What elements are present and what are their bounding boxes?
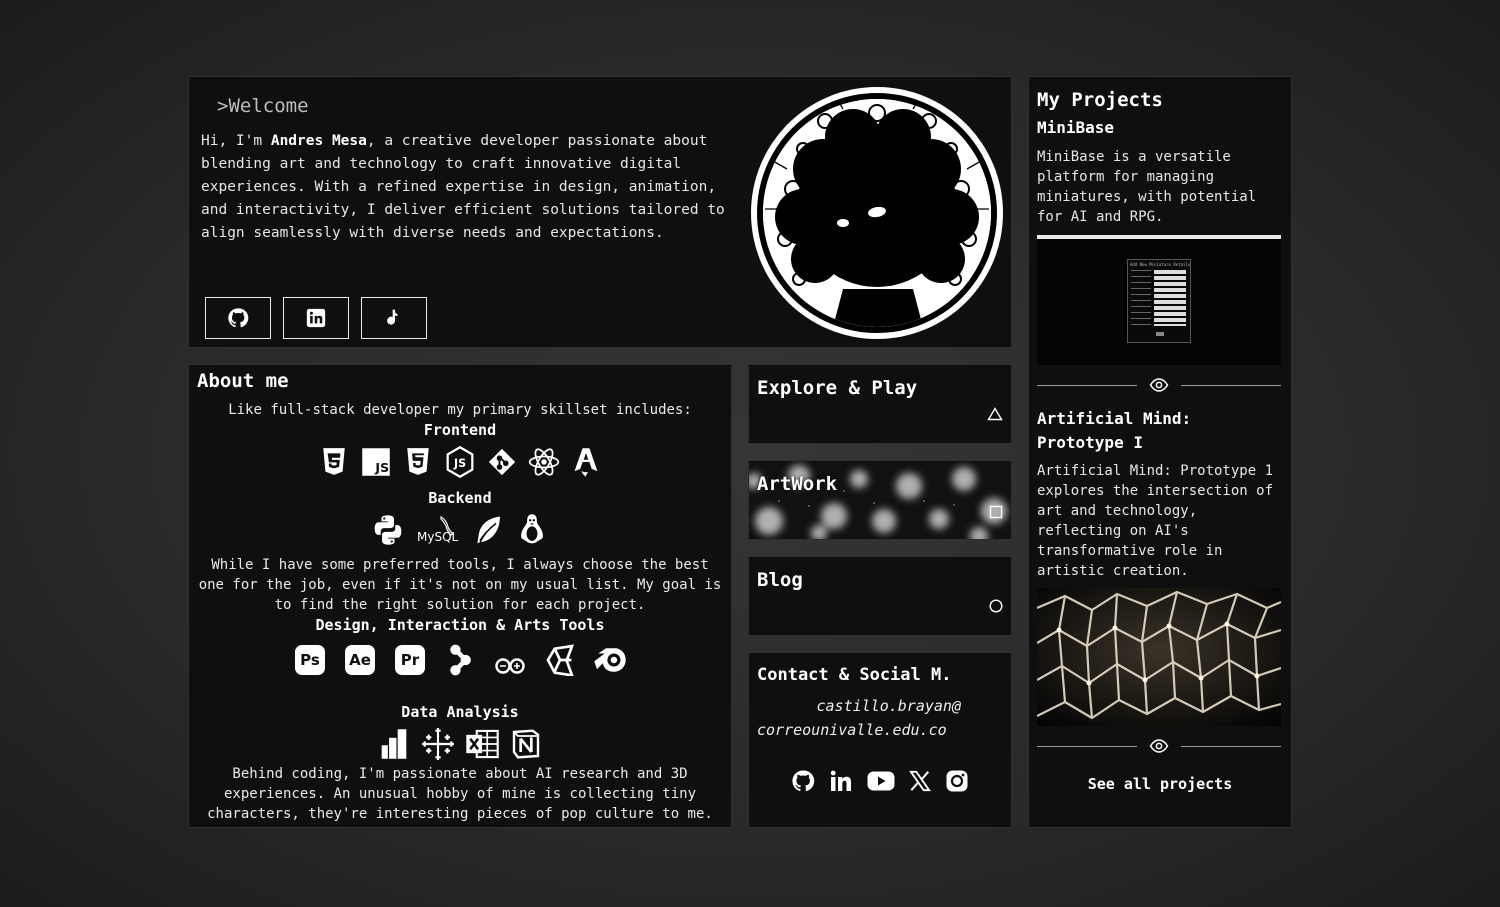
blender-icon [593,643,627,677]
backend-icons: MySQL [189,513,731,547]
eye-icon[interactable] [1149,375,1169,395]
circle-icon [989,599,1003,613]
minibase-form-heading: Add New Miniature Details [1130,262,1191,267]
project-title-minibase[interactable]: MiniBase [1037,118,1114,137]
contact-title: Contact & Social M. [757,665,952,685]
github-button[interactable] [205,297,271,339]
contact-instagram-link[interactable] [945,769,969,797]
design-icons: Ps Ae Pr [189,643,731,677]
avatar-illustration [763,99,991,327]
contact-youtube-link[interactable] [867,770,895,796]
music-button[interactable] [361,297,427,339]
contact-linkedin-link[interactable] [829,769,853,797]
avatar [751,87,1003,339]
css3-icon [317,445,351,479]
instagram-icon [946,770,968,792]
divider-artificial-mind [1037,736,1281,756]
projects-title: My Projects [1037,89,1163,111]
blog-title: Blog [757,569,803,591]
svg-text:JS: JS [453,457,466,470]
about-title: About me [197,370,289,392]
project-preview-artificial-mind[interactable] [1037,588,1281,726]
skillset-lead: Like full-stack developer my primary ski… [228,402,692,418]
welcome-heading: >Welcome [217,95,309,117]
eye-icon[interactable] [1149,736,1169,756]
explore-play-card[interactable]: Explore & Play [748,364,1012,444]
excel-icon [465,727,499,761]
arduino-icon [493,643,527,677]
premiere-icon: Pr [393,643,427,677]
photoshop-icon: Ps [293,643,327,677]
powerbi-icon [377,727,411,761]
music-note-icon [387,309,398,325]
backend-label: Backend [428,489,492,507]
neural-network-image [1037,588,1281,726]
project-desc-artificial-mind: Artificial Mind: Prototype 1 explores th… [1037,463,1274,579]
triangle-icon [987,407,1003,421]
welcome-intro: Hi, I'm Andres Mesa, a creative develope… [201,130,749,245]
github-icon [792,770,815,792]
nodejs-icon: JS [443,445,477,479]
author-name: Andres Mesa [270,133,367,149]
data-icons [189,727,731,761]
linkedin-icon [830,770,851,791]
linkedin-button[interactable] [283,297,349,339]
youtube-icon [867,771,895,791]
python-icon [371,513,405,547]
data-analysis-label: Data Analysis [401,703,519,721]
artwork-card[interactable]: ArtWork [748,460,1012,540]
contact-github-link[interactable] [791,769,815,797]
notion-icon [509,727,543,761]
javascript-icon: JS [359,445,393,479]
share-icon [443,643,477,677]
tableau-icon [421,727,455,761]
about-card: About me Like full-stack developer my pr… [188,364,732,828]
mysql-text: MySQL [417,530,459,544]
react-icon [527,445,561,479]
frontend-label: Frontend [423,421,497,439]
html5-icon [401,445,435,479]
astro-icon [569,445,603,479]
project-preview-minibase[interactable]: Add New Miniature Details [1037,235,1281,365]
linkedin-icon [306,308,326,328]
design-label: Design, Interaction & Arts Tools [315,616,605,634]
linux-icon [515,513,549,547]
projects-card: My Projects MiniBase MiniBase is a versa… [1028,76,1292,828]
minibase-form-mockup: Add New Miniature Details [1127,259,1191,343]
hobby-paragraph: Behind coding, I'm passionate about AI r… [207,766,713,822]
feather-icon [471,513,505,547]
artwork-title: ArtWork [757,473,838,495]
divider-minibase [1037,375,1281,395]
project-desc-minibase: MiniBase is a versatile platform for man… [1037,149,1257,225]
svg-text:JS: JS [374,460,389,475]
github-icon [228,308,249,328]
contact-social-row [791,769,969,797]
tools-paragraph: While I have some preferred tools, I alw… [198,557,722,613]
x-icon [909,770,931,792]
contact-x-link[interactable] [909,770,931,796]
after-effects-icon: Ae [343,643,377,677]
frontend-icons: JS JS [189,445,731,479]
welcome-card: >Welcome Hi, I'm Andres Mesa, a creative… [188,76,1012,348]
unity-icon [543,643,577,677]
git-icon [485,445,519,479]
mysql-icon: MySQL [415,513,461,547]
see-all-projects-link[interactable]: See all projects [1029,775,1291,793]
project-title-artificial-mind[interactable]: Artificial Mind: Prototype I [1037,407,1285,455]
intro-suffix: , a creative developer passionate about … [201,133,725,241]
square-icon [989,505,1003,519]
contact-card: Contact & Social M. castillo.brayan@ cor… [748,652,1012,828]
email-link[interactable]: castillo.brayan@ correounivalle.edu.co [757,694,961,742]
email-line1: castillo.brayan@ [816,697,962,715]
intro-prefix: Hi, I'm [201,133,271,149]
explore-title: Explore & Play [757,377,918,399]
blog-card[interactable]: Blog [748,556,1012,636]
email-line2: correounivalle.edu.co [757,721,947,739]
